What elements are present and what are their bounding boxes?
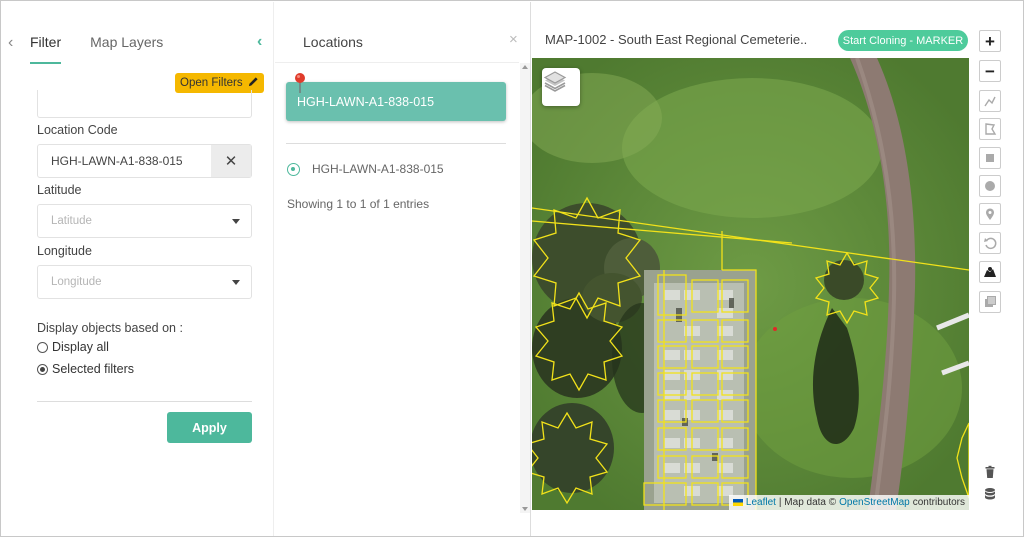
collapse-panel-icon[interactable]: ‹ [257,33,262,51]
ukraine-flag-icon [732,499,743,506]
selected-location-label: HGH-LAWN-A1-838-015 [297,94,435,109]
latitude-select[interactable]: Latitude [37,204,252,238]
undo-button[interactable] [979,232,1001,254]
open-filters-label: Open Filters [180,77,243,89]
attribution-separator: | Map data © [778,497,837,508]
openstreetmap-link[interactable]: OpenStreetMap [839,497,910,508]
map-canvas[interactable]: Leaflet | Map data © OpenStreetMap contr… [532,58,969,510]
map-title: MAP-1002 - South East Regional Cemeterie… [545,32,808,47]
display-all-option[interactable]: Display all [37,340,109,354]
zoom-in-button[interactable]: + [979,30,1001,52]
delete-button[interactable] [979,461,1001,483]
pushpin-icon [295,73,305,93]
location-code-value: HGH-LAWN-A1-838-015 [51,154,183,168]
polygon-icon [985,123,997,135]
app-window: ‹ Filter Map Layers ‹ Open Filters Locat… [0,0,1024,537]
longitude-label: Longitude [37,244,92,258]
apply-button[interactable]: Apply [167,412,252,443]
pencil-icon [248,77,258,87]
radio-icon[interactable] [37,341,48,353]
locations-title: Locations [303,34,363,50]
selected-filters-label: Selected filters [52,362,134,376]
partial-field[interactable] [37,90,252,118]
display-objects-heading: Display objects based on : [37,321,183,335]
database-button[interactable] [979,483,1001,505]
location-item-label: HGH-LAWN-A1-838-015 [312,162,444,176]
divider [37,401,252,402]
copy-icon [985,296,996,307]
chevron-left-icon[interactable]: ‹ [8,34,13,52]
scroll-up-icon[interactable] [522,65,528,69]
copy-button[interactable] [979,291,1001,313]
divider [275,62,519,63]
divider [286,143,506,144]
locations-panel: Locations × HGH-LAWN-A1-838-015 HGH-LAWN… [275,2,531,536]
longitude-select[interactable]: Longitude [37,265,252,299]
circle-icon [985,181,995,191]
database-icon [985,488,995,500]
map-toolbar: + − [972,2,1022,536]
layers-icon [543,71,567,92]
filter-tabs: Filter Map Layers [30,34,163,64]
minus-icon: − [985,61,995,81]
display-all-label: Display all [52,340,109,354]
draw-polyline-button[interactable] [979,90,1001,112]
map-header: MAP-1002 - South East Regional Cemeterie… [532,2,972,58]
scroll-down-icon[interactable] [522,507,528,511]
trash-icon [985,465,995,478]
caret-down-icon [232,279,240,285]
draw-circle-button[interactable] [979,175,1001,197]
latitude-label: Latitude [37,183,82,197]
draw-rectangle-button[interactable] [979,147,1001,169]
layers-icon[interactable] [542,68,580,106]
location-code-field[interactable]: HGH-LAWN-A1-838-015 ✕ [37,144,252,178]
radio-selected-icon[interactable] [37,363,48,375]
attribution-contributors: contributors [912,497,965,508]
plus-icon: + [985,31,995,51]
latitude-placeholder: Latitude [51,215,92,227]
start-cloning-button[interactable]: Start Cloning - MARKER [838,30,968,51]
caret-down-icon [232,218,240,224]
filter-panel: ‹ Filter Map Layers ‹ Open Filters Locat… [2,2,274,536]
leaflet-link[interactable]: Leaflet [746,497,776,508]
draw-polygon-button[interactable] [979,118,1001,140]
scrollbar[interactable] [520,63,530,513]
close-icon[interactable]: × [509,31,518,48]
selected-location-card[interactable]: HGH-LAWN-A1-838-015 [286,82,506,121]
tab-filter[interactable]: Filter [30,34,62,64]
selected-filters-option[interactable]: Selected filters [37,362,134,376]
draw-marker-button[interactable] [979,203,1001,225]
map-attribution: Leaflet | Map data © OpenStreetMap contr… [728,495,969,510]
polyline-icon [984,96,996,107]
marker-icon [986,208,994,220]
location-code-label: Location Code [37,123,118,137]
rectangle-icon [986,154,994,162]
tab-map-layers[interactable]: Map Layers [90,34,163,64]
zoom-out-button[interactable]: − [979,60,1001,82]
map-layers-icon [984,267,996,277]
list-item[interactable]: HGH-LAWN-A1-838-015 [287,162,444,176]
aerial-imagery [532,58,969,510]
radio-selected-icon[interactable] [287,162,300,176]
map-layers-button[interactable] [979,261,1001,283]
longitude-placeholder: Longitude [51,276,102,288]
clear-icon[interactable]: ✕ [211,145,251,177]
entries-count: Showing 1 to 1 of 1 entries [287,197,430,211]
undo-icon [984,237,997,250]
